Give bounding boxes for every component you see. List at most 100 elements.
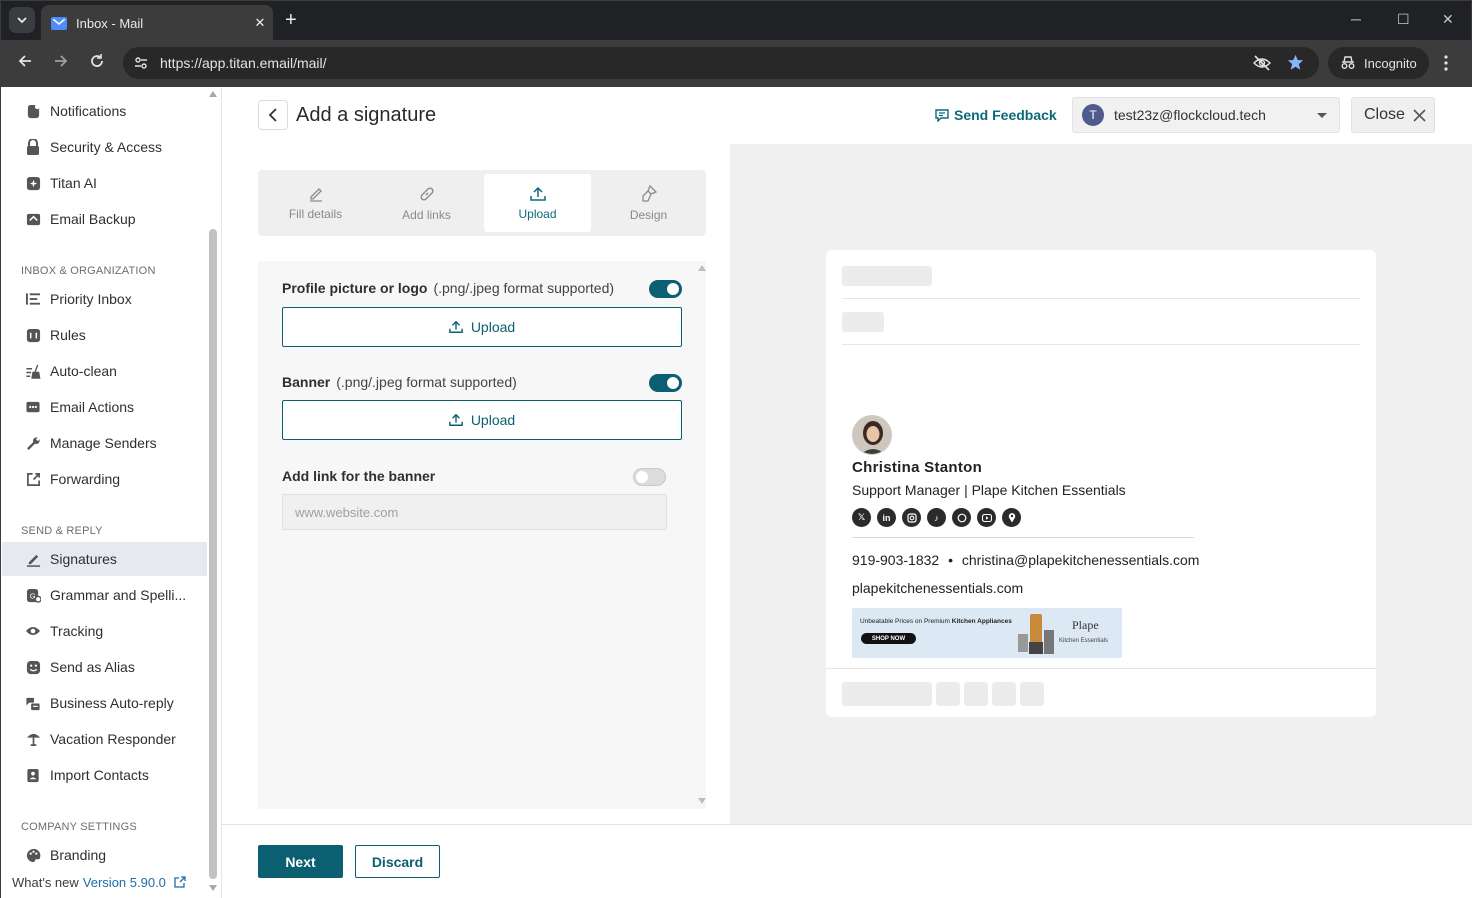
sidebar-item-label: Forwarding <box>50 471 121 487</box>
autoreply-icon <box>24 694 42 712</box>
mail-favicon-icon <box>51 16 67 30</box>
sidebar-item-vacation-responder[interactable]: Vacation Responder <box>2 722 207 756</box>
email-preview-card: Christina Stanton Support Manager | Plap… <box>826 250 1376 717</box>
upload-label: Upload <box>470 319 516 335</box>
banner-link-label: Add link for the banner <box>282 468 436 484</box>
sidebar-item-send-as-alias[interactable]: Send as Alias <box>2 650 207 684</box>
tab-close-icon[interactable]: ✕ <box>247 15 273 31</box>
site-settings-icon[interactable] <box>134 56 148 70</box>
signature-email: christina@plapekitchenessentials.com <box>961 552 1200 568</box>
step-label: Upload <box>518 206 557 221</box>
incognito-indicator[interactable]: Incognito <box>1328 47 1429 79</box>
sidebar-item-email-actions[interactable]: Email Actions <box>2 390 207 424</box>
placeholder-block <box>842 266 932 286</box>
profile-upload-button[interactable]: Upload <box>282 307 682 347</box>
signature-editor: Fill details Add links Upload Design Pro… <box>222 144 730 824</box>
sidebar-item-rules[interactable]: Rules <box>2 318 207 352</box>
sidebar-scrollbar[interactable] <box>209 229 217 879</box>
step-add-links[interactable]: Add links <box>373 174 480 232</box>
form-scroll-up-icon[interactable] <box>698 265 706 271</box>
actions-icon <box>24 398 42 416</box>
browser-tab[interactable]: Inbox - Mail ✕ <box>41 5 273 41</box>
banner-link-input[interactable]: www.website.com <box>282 494 667 530</box>
banner-upload-button[interactable]: Upload <box>282 400 682 440</box>
maximize-icon[interactable]: ☐ <box>1397 11 1410 28</box>
back-arrow-icon[interactable] <box>17 53 33 69</box>
sidebar-item-label: Import Contacts <box>50 767 149 783</box>
sidebar-item-tracking[interactable]: Tracking <box>2 614 207 648</box>
discard-button[interactable]: Discard <box>355 845 440 878</box>
youtube-icon <box>977 508 996 527</box>
placeholder-block <box>992 682 1016 706</box>
wrench-icon <box>24 434 42 452</box>
sidebar-item-titan-ai[interactable]: Titan AI <box>2 166 207 200</box>
sparkle-icon <box>24 174 42 192</box>
x-icon: 𝕏 <box>852 508 871 527</box>
section-heading-company: COMPANY SETTINGS <box>21 821 137 833</box>
account-selector[interactable]: T test23z@flockcloud.tech <box>1072 97 1340 133</box>
back-button[interactable] <box>258 100 288 130</box>
sidebar-item-forwarding[interactable]: Forwarding <box>2 462 207 496</box>
banner-link-toggle[interactable] <box>633 468 666 486</box>
upload-form: Profile picture or logo (.png/.jpeg forma… <box>258 261 706 809</box>
scroll-down-arrow-icon[interactable] <box>209 885 217 891</box>
placeholder-block <box>1020 682 1044 706</box>
sidebar-item-manage-senders[interactable]: Manage Senders <box>2 426 207 460</box>
new-tab-button[interactable]: + <box>285 9 297 31</box>
sidebar-item-priority-inbox[interactable]: Priority Inbox <box>2 282 207 316</box>
browser-menu-icon[interactable] <box>1444 55 1448 71</box>
address-bar[interactable]: https://app.titan.email/mail/ <box>123 47 1319 79</box>
forward-arrow-icon[interactable] <box>53 53 69 69</box>
signature-contact: 919-903-1832 • christina@plapekitcheness… <box>852 552 1199 568</box>
reload-icon[interactable] <box>89 53 105 69</box>
sidebar-item-label: Manage Senders <box>50 435 157 451</box>
grammar-icon: G <box>24 586 42 604</box>
sidebar-item-business-auto-reply[interactable]: Business Auto-reply <box>2 686 207 720</box>
scroll-up-arrow-icon[interactable] <box>209 91 217 97</box>
window-close-icon[interactable]: ✕ <box>1442 11 1454 28</box>
sidebar-item-email-backup[interactable]: Email Backup <box>2 202 207 236</box>
sidebar-item-label: Tracking <box>50 623 104 639</box>
profile-picture-toggle[interactable] <box>649 280 682 298</box>
sidebar-item-label: Email Backup <box>50 211 136 227</box>
sidebar-item-notifications[interactable]: Notifications <box>2 94 207 128</box>
sidebar-item-import-contacts[interactable]: Import Contacts <box>2 758 207 792</box>
close-button[interactable]: Close <box>1351 97 1435 133</box>
minimize-icon[interactable]: ─ <box>1351 11 1361 27</box>
page-header: Add a signature Send Feedback T test23z@… <box>222 87 1472 144</box>
sidebar-item-grammar[interactable]: G Grammar and Spelli... <box>2 578 207 612</box>
step-upload[interactable]: Upload <box>484 174 591 232</box>
sidebar-item-security[interactable]: Security & Access <box>2 130 207 164</box>
external-link-icon[interactable] <box>173 876 186 888</box>
editor-footer: Next Discard <box>222 824 1472 898</box>
upload-label: Upload <box>470 412 516 428</box>
step-fill-details[interactable]: Fill details <box>262 174 369 232</box>
sidebar-item-branding[interactable]: Branding <box>2 838 207 872</box>
upload-icon <box>529 186 546 201</box>
alias-icon <box>24 658 42 676</box>
eye-icon <box>24 622 42 640</box>
forward-icon <box>24 470 42 488</box>
sidebar-item-label: Notifications <box>50 103 127 119</box>
send-feedback-label: Send Feedback <box>954 107 1057 123</box>
bell-icon <box>24 102 42 120</box>
signature-preview-pane: Christina Stanton Support Manager | Plap… <box>730 144 1472 824</box>
sidebar-item-signatures[interactable]: Signatures <box>2 542 207 576</box>
tab-search-button[interactable] <box>9 7 35 33</box>
version-link[interactable]: Version 5.90.0 <box>83 875 166 890</box>
next-button[interactable]: Next <box>258 845 343 878</box>
bookmark-star-icon[interactable] <box>1287 54 1304 71</box>
location-icon <box>1002 508 1021 527</box>
eye-off-icon[interactable] <box>1253 55 1271 71</box>
form-scroll-down-icon[interactable] <box>698 798 706 804</box>
banner-label: Banner (.png/.jpeg format supported) <box>282 374 517 390</box>
send-feedback-link[interactable]: Send Feedback <box>935 107 1057 123</box>
incognito-icon <box>1341 56 1355 69</box>
appliances-image <box>1018 614 1054 654</box>
sidebar-item-auto-clean[interactable]: Auto-clean <box>2 354 207 388</box>
step-label: Add links <box>402 207 451 222</box>
contacts-icon <box>24 766 42 784</box>
banner-toggle[interactable] <box>649 374 682 392</box>
tab-title: Inbox - Mail <box>76 15 144 31</box>
step-design[interactable]: Design <box>595 174 702 232</box>
